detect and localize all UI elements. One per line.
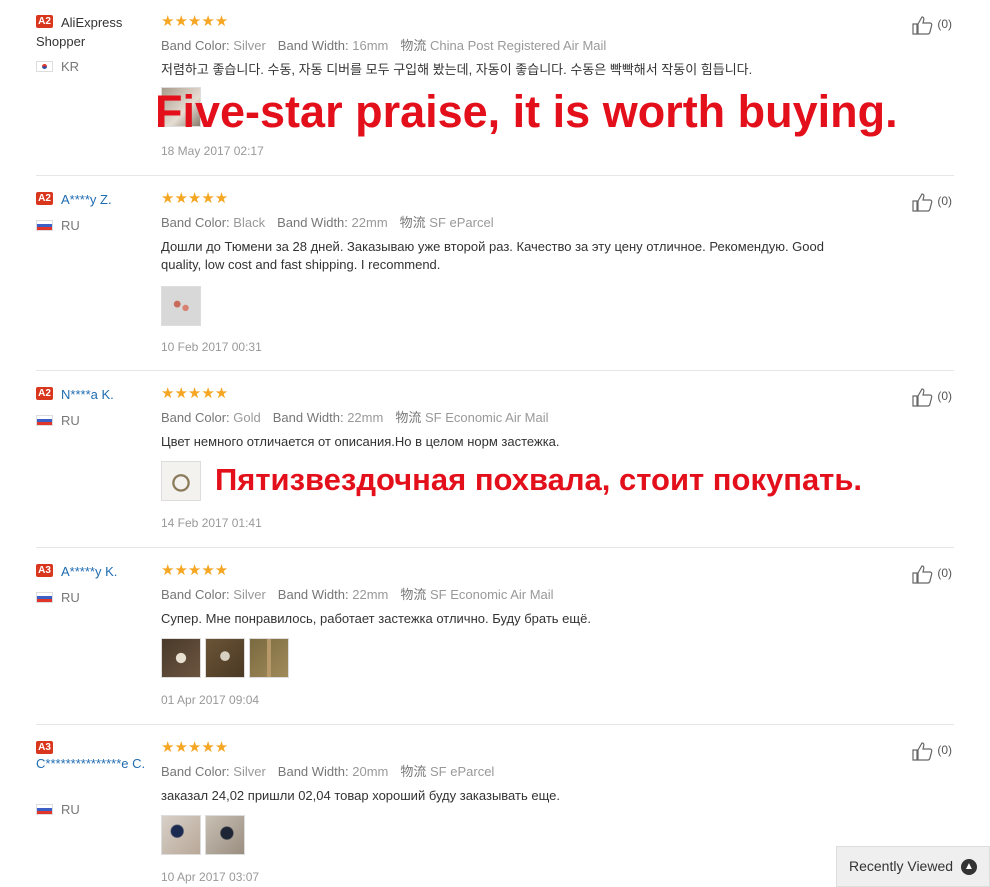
- review-text: Цвет немного отличается от описания.Но в…: [161, 434, 560, 449]
- review-meta: Band Color: Silver Band Width: 20mm 物流 SF …: [161, 764, 495, 779]
- flag-kr-icon: [36, 61, 53, 72]
- review-photo-thumb[interactable]: [249, 638, 289, 678]
- helpful-count: (0): [937, 566, 953, 581]
- recently-viewed-label: Recently Viewed: [849, 858, 954, 874]
- thumbs-up-icon: [912, 565, 933, 584]
- star-rating: ★★★★★: [161, 562, 229, 579]
- band-color-value: Black: [233, 215, 266, 230]
- reviewer-name[interactable]: A****y Z.: [61, 192, 112, 207]
- reviewer-country: RU: [36, 802, 80, 817]
- review-photo-thumb[interactable]: [161, 286, 201, 326]
- buyer-level-badge: A3: [36, 741, 53, 754]
- review-text: Дошли до Тюмени за 28 дней. Заказываю уж…: [161, 239, 824, 272]
- review-photos: [161, 286, 841, 328]
- reviewer-name[interactable]: C***************e C.: [36, 755, 168, 772]
- band-width-value: 20mm: [352, 764, 389, 779]
- review-meta: Band Color: Gold Band Width: 22mm 物流 SF Ec…: [161, 410, 549, 425]
- band-color-value: Silver: [233, 587, 266, 602]
- reviewer-info: A2 N****a K.: [36, 385, 161, 404]
- review-date: 14 Feb 2017 01:41: [161, 516, 262, 530]
- promo-overlay-russian: Пятизвездочная похвала, стоит покупать.: [215, 462, 863, 497]
- helpful-button[interactable]: (0): [912, 564, 952, 584]
- shipping-value: SF eParcel: [429, 215, 494, 230]
- review-date: 01 Apr 2017 09:04: [161, 693, 260, 707]
- shipping-value: SF Economic Air Mail: [424, 410, 549, 425]
- helpful-button[interactable]: (0): [912, 387, 952, 407]
- review-item: A2 A****y Z. RU ★★★★★ Band Color: Black Ba…: [36, 190, 954, 371]
- band-width-value: 22mm: [351, 215, 388, 230]
- thumbs-up-icon: [912, 16, 933, 35]
- review-date: 18 May 2017 02:17: [161, 144, 264, 158]
- review-photo-thumb[interactable]: [161, 638, 201, 678]
- divider: [36, 175, 954, 176]
- review-photos: [161, 638, 841, 680]
- flag-ru-icon: [36, 415, 53, 426]
- reviewer-country: RU: [36, 413, 80, 428]
- divider: [36, 547, 954, 548]
- thumbs-up-icon: [912, 388, 933, 407]
- reviewer-info: A3 A*****y K.: [36, 562, 161, 581]
- buyer-level-badge: A3: [36, 564, 53, 577]
- reviewer-info: A2 AliExpress Shopper: [36, 13, 161, 51]
- review-body: ★★★★★ Band Color: Black Band Width: 22mm 物…: [161, 190, 841, 328]
- review-body: ★★★★★ Band Color: Silver Band Width: 22mm…: [161, 562, 841, 680]
- recently-viewed-button[interactable]: Recently Viewed ▲: [836, 846, 990, 887]
- reviewer-name[interactable]: N****a K.: [61, 387, 114, 402]
- helpful-button[interactable]: (0): [912, 15, 952, 35]
- divider: [36, 724, 954, 725]
- reviewer-country: RU: [36, 590, 80, 605]
- band-width-value: 22mm: [347, 410, 384, 425]
- review-meta: Band Color: Silver Band Width: 16mm 物流 Chi…: [161, 38, 607, 53]
- reviewer-name[interactable]: A*****y K.: [61, 564, 117, 579]
- thumbs-up-icon: [912, 193, 933, 212]
- thumbs-up-icon: [912, 742, 933, 761]
- review-meta: Band Color: Silver Band Width: 22mm 物流 SF …: [161, 587, 554, 602]
- helpful-count: (0): [937, 17, 953, 32]
- review-item: A3 C***************e C. RU ★★★★★ Band Co…: [36, 739, 954, 887]
- promo-overlay-english: Five-star praise, it is worth buying.: [155, 86, 898, 137]
- star-rating: ★★★★★: [161, 385, 229, 402]
- review-photo-thumb[interactable]: [161, 815, 201, 855]
- reviewer-country: RU: [36, 218, 80, 233]
- helpful-count: (0): [937, 743, 953, 758]
- shipping-value: SF eParcel: [430, 764, 495, 779]
- reviewer-info: A2 A****y Z.: [36, 190, 161, 209]
- review-meta: Band Color: Black Band Width: 22mm 物流 SF e…: [161, 215, 494, 230]
- helpful-count: (0): [937, 389, 953, 404]
- reviewer-country: KR: [36, 59, 79, 74]
- flag-ru-icon: [36, 804, 53, 815]
- divider: [36, 370, 954, 371]
- shipping-value: SF Economic Air Mail: [430, 587, 554, 602]
- review-text: 저렴하고 좋습니다. 수동, 자동 디버를 모두 구입해 봤는데, 자동이 좋습…: [161, 62, 753, 77]
- star-rating: ★★★★★: [161, 13, 229, 30]
- star-rating: ★★★★★: [161, 190, 229, 207]
- review-body: ★★★★★ Band Color: Silver Band Width: 20mm…: [161, 739, 841, 857]
- review-photo-thumb[interactable]: [205, 638, 245, 678]
- helpful-count: (0): [937, 194, 953, 209]
- review-date: 10 Feb 2017 00:31: [161, 340, 262, 354]
- review-photos: [161, 815, 841, 857]
- band-width-value: 22mm: [352, 587, 389, 602]
- helpful-button[interactable]: (0): [912, 192, 952, 212]
- buyer-level-badge: A2: [36, 192, 53, 205]
- band-color-value: Gold: [233, 410, 261, 425]
- review-text: Супер. Мне понравилось, работает застежк…: [161, 611, 591, 626]
- shipping-value: China Post Registered Air Mail: [430, 38, 607, 53]
- band-width-value: 16mm: [352, 38, 389, 53]
- band-color-value: Silver: [233, 38, 266, 53]
- flag-ru-icon: [36, 220, 53, 231]
- review-photo-thumb[interactable]: [161, 461, 201, 501]
- band-color-value: Silver: [233, 764, 266, 779]
- helpful-button[interactable]: (0): [912, 741, 952, 761]
- review-date: 10 Apr 2017 03:07: [161, 870, 260, 884]
- review-item: A3 A*****y K. RU ★★★★★ Band Color: Silver…: [36, 562, 954, 725]
- reviewer-info: A3 C***************e C.: [36, 739, 171, 772]
- buyer-level-badge: A2: [36, 15, 53, 28]
- buyer-level-badge: A2: [36, 387, 53, 400]
- flag-ru-icon: [36, 592, 53, 603]
- chevron-up-icon: ▲: [961, 859, 977, 875]
- star-rating: ★★★★★: [161, 739, 229, 756]
- review-photo-thumb[interactable]: [205, 815, 245, 855]
- review-text: заказал 24,02 пришли 02,04 товар хороший…: [161, 788, 560, 803]
